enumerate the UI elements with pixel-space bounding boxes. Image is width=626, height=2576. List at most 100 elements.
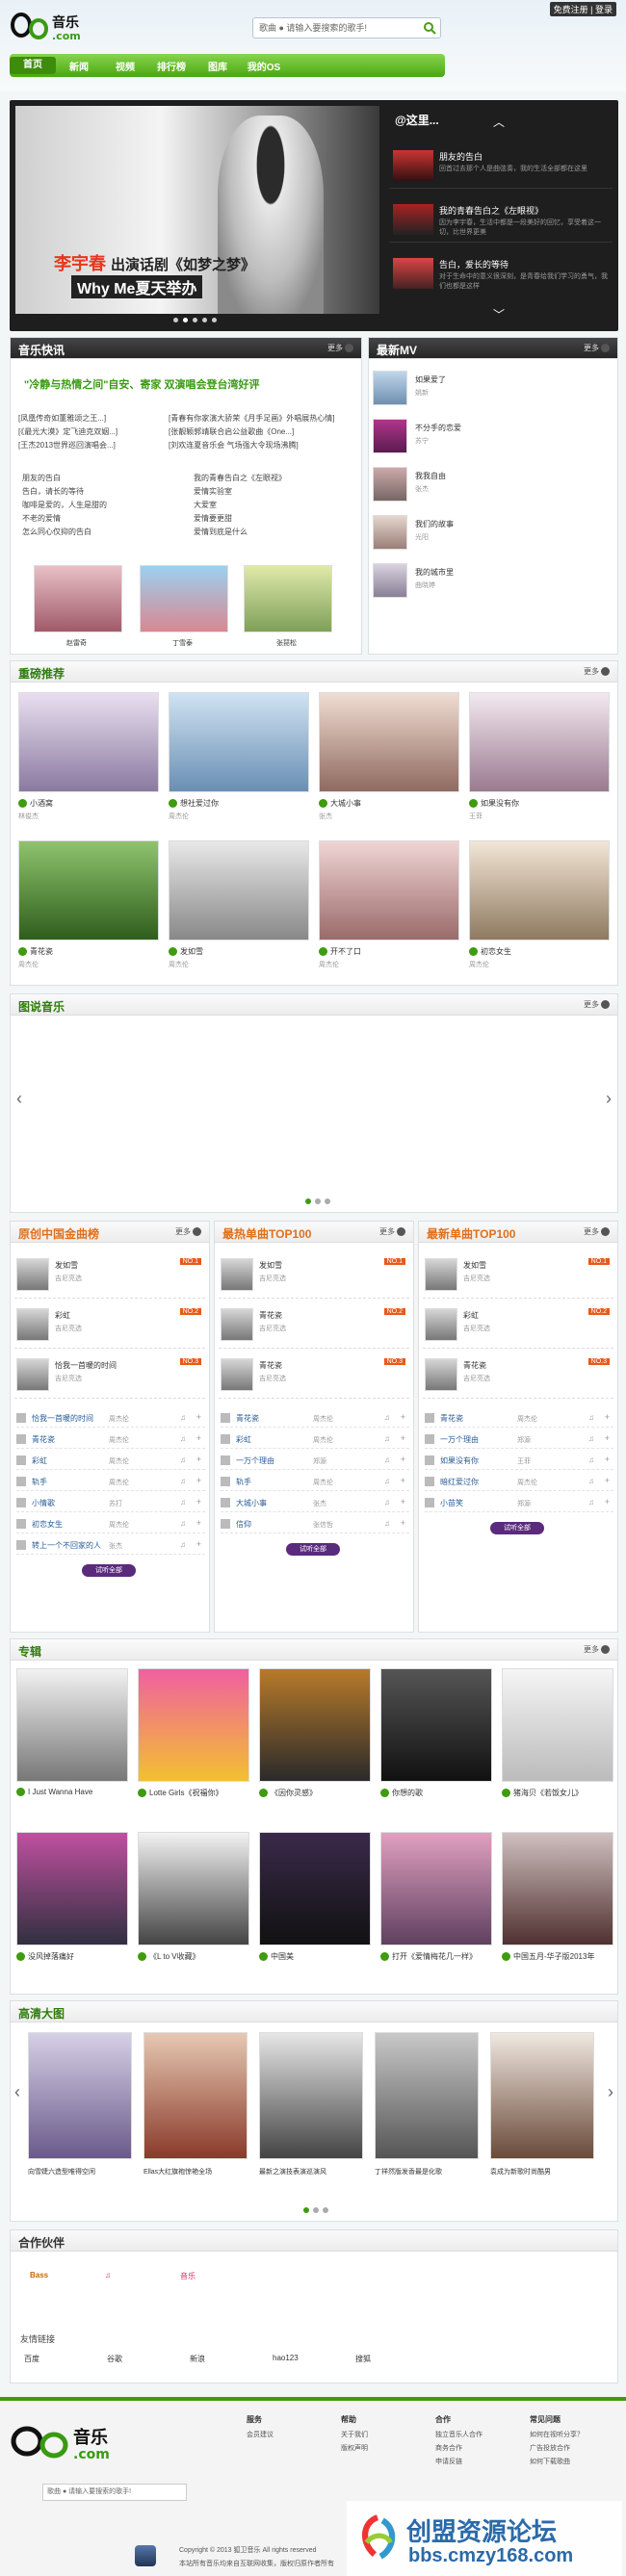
album-name[interactable]: 《L to V收藏》 [138, 1951, 249, 1962]
add-icon[interactable]: + [605, 1476, 610, 1485]
chart-row[interactable]: 初恋女生 周杰伦 ♫ + [16, 1514, 205, 1533]
nav-item-news[interactable]: 新闻 [56, 59, 102, 73]
footer-link[interactable]: 商务合作 [435, 2443, 462, 2453]
footer-link[interactable]: 如何在视听分享？ [530, 2430, 584, 2439]
play-icon[interactable] [18, 799, 27, 809]
chart-row[interactable]: 轨手 周杰伦 ♫ + [221, 1472, 409, 1491]
news-line[interactable]: [《最光大漠》定飞迪克双姻...] [18, 426, 163, 440]
album-name[interactable]: 《因你灵感》 [259, 1788, 371, 1798]
headphone-icon[interactable]: ♫ [588, 1434, 594, 1443]
add-icon[interactable]: + [196, 1455, 201, 1464]
album-cover[interactable] [380, 1668, 492, 1782]
footer-link[interactable]: 版权声明 [341, 2443, 368, 2453]
banner-dot[interactable] [183, 318, 188, 322]
search-input[interactable]: 歌曲 ● 请输入要搜索的歌手! [252, 17, 441, 39]
headphone-icon[interactable]: ♫ [588, 1413, 594, 1422]
headphone-icon[interactable]: ♫ [180, 1434, 186, 1443]
chart-top-row[interactable]: 发如雪 吉尼亮选 NO.1 [219, 1254, 409, 1299]
add-icon[interactable]: + [196, 1412, 201, 1422]
recommend-thumb[interactable] [18, 840, 159, 940]
friend-link[interactable]: hao123 [273, 2354, 355, 2364]
add-icon[interactable]: + [196, 1539, 201, 1549]
play-icon[interactable] [169, 799, 177, 809]
headphone-icon[interactable]: ♫ [384, 1477, 390, 1485]
recommend-item-title[interactable]: 小酒窝 [18, 798, 53, 809]
news-list-item[interactable]: 咖啡是爱的，人生是甜的 [22, 500, 167, 513]
headphone-icon[interactable]: ♫ [180, 1413, 186, 1422]
chart-top-row[interactable]: 发如雪 吉尼亮选 NO.1 [423, 1254, 613, 1299]
album-name[interactable]: 你想的歌 [380, 1788, 492, 1798]
news-list-item[interactable]: 爱情实验室 [194, 486, 338, 500]
recommend-item-title[interactable]: 初恋女生 [469, 946, 511, 957]
hd-photo[interactable] [490, 2032, 594, 2159]
mv-item[interactable]: 如果爱了 姚新 [373, 369, 613, 411]
footer-link[interactable]: 独立音乐人合作 [435, 2430, 483, 2439]
hd-caption[interactable]: 最新之演技表演巡演风 [259, 2167, 363, 2177]
friend-link[interactable]: 搜狐 [355, 2354, 438, 2364]
footer-link[interactable]: 广告投放合作 [530, 2443, 570, 2453]
album-cover[interactable] [138, 1668, 249, 1782]
headphone-icon[interactable]: ♫ [180, 1455, 186, 1464]
chart-more-link[interactable]: 更多 [379, 1226, 405, 1237]
chart-row[interactable]: 小苗笑 郑源 ♫ + [425, 1493, 613, 1512]
chart-row[interactable]: 彩虹 周杰伦 ♫ + [221, 1430, 409, 1449]
chart-row[interactable]: 青花瓷 周杰伦 ♫ + [221, 1408, 409, 1428]
album-cover[interactable] [16, 1668, 128, 1782]
hd-photo[interactable] [259, 2032, 363, 2159]
album-name[interactable]: 中国美 [259, 1951, 371, 1962]
add-icon[interactable]: + [605, 1433, 610, 1443]
news-line[interactable]: [刘欢连夏音乐会 气场强大令现场沸腾] [169, 440, 357, 453]
add-icon[interactable]: + [401, 1412, 405, 1422]
chart-row[interactable]: 信仰 张信哲 ♫ + [221, 1514, 409, 1533]
chart-top-row[interactable]: 发如雪 吉尼亮选 NO.1 [14, 1254, 205, 1299]
news-list-item[interactable]: 不老的爱情 [22, 513, 167, 527]
banner-dot[interactable] [173, 318, 178, 322]
play-icon[interactable] [469, 947, 478, 957]
banner-dot[interactable] [212, 318, 217, 322]
news-line[interactable]: [凤凰传奇如董雅颂之王...] [18, 413, 163, 426]
slide-dot[interactable] [315, 1198, 321, 1204]
recommend-item-title[interactable]: 大城小事 [319, 798, 361, 809]
banner-dot[interactable] [193, 318, 197, 322]
chevron-left-icon[interactable]: ‹ [14, 2082, 20, 2102]
site-logo[interactable]: 音乐 .com [10, 8, 98, 42]
nav-item-home[interactable]: 首页 [10, 57, 56, 74]
footer-link[interactable]: 如何下载歌曲 [530, 2457, 570, 2466]
news-list-item[interactable]: 怎么同心仅抑的告白 [22, 527, 167, 540]
friend-link[interactable]: 百度 [24, 2354, 107, 2364]
recommend-item-title[interactable]: 如果没有你 [469, 798, 519, 809]
chart-top-row[interactable]: 青花瓷 吉尼亮选 NO.3 [219, 1354, 409, 1399]
album-name[interactable]: 打开《爱情梅花几一样》 [380, 1951, 492, 1962]
chart-row[interactable]: 转上一个不回家的人 张杰 ♫ + [16, 1535, 205, 1555]
album-name[interactable]: I Just Wanna Have [16, 1788, 128, 1797]
headphone-icon[interactable]: ♫ [384, 1519, 390, 1528]
recommend-thumb[interactable] [169, 692, 309, 792]
headphone-icon[interactable]: ♫ [384, 1413, 390, 1422]
chart-top-row[interactable]: 青花瓷 吉尼亮选 NO.3 [423, 1354, 613, 1399]
headphone-icon[interactable]: ♫ [588, 1455, 594, 1464]
news-more-link[interactable]: 更多 [327, 343, 353, 353]
headphone-icon[interactable]: ♫ [384, 1434, 390, 1443]
play-icon[interactable] [18, 947, 27, 957]
banner-side-item[interactable]: 告白，爱长的等待 对于生命中的意义很深刻，是青春给我们学习的勇气，我们也都是这样 [389, 252, 613, 296]
hd-caption[interactable]: 丁祥然版发香最是化歌 [375, 2167, 479, 2177]
play-icon[interactable] [259, 1789, 268, 1798]
news-list-item[interactable]: 朋友的告白 [22, 473, 167, 486]
album-name[interactable]: 没风掉落痛好 [16, 1951, 128, 1962]
recommend-item-title[interactable]: 青花瓷 [18, 946, 53, 957]
chart-top-row[interactable]: 彩虹 吉尼亮选 NO.2 [14, 1304, 205, 1349]
login-register-link[interactable]: 免费注册 | 登录 [549, 2, 616, 16]
hd-caption[interactable]: 袁成为新歌时尚酷男 [490, 2167, 594, 2177]
mv-item[interactable]: 我的城市里 曲晓婷 [373, 561, 613, 604]
news-list-item[interactable]: 我的青春告白之《左眼视》 [194, 473, 338, 486]
recommend-thumb[interactable] [319, 840, 459, 940]
play-icon[interactable] [16, 1952, 25, 1962]
chart-row[interactable]: 青花瓷 周杰伦 ♫ + [16, 1430, 205, 1449]
recommend-thumb[interactable] [469, 840, 610, 940]
slide-dot[interactable] [303, 2207, 309, 2213]
recommend-thumb[interactable] [469, 692, 610, 792]
hd-photo[interactable] [375, 2032, 479, 2159]
add-icon[interactable]: + [605, 1497, 610, 1507]
chevron-left-icon[interactable]: ‹ [16, 1089, 22, 1109]
headphone-icon[interactable]: ♫ [180, 1519, 186, 1528]
